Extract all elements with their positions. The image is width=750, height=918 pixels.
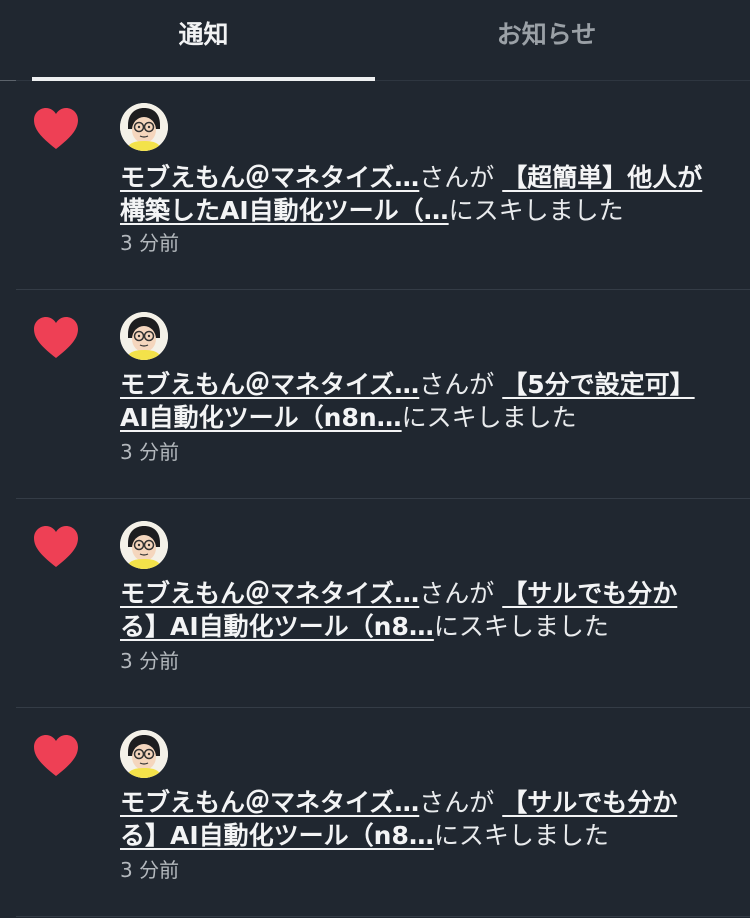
action-text: にスキしました	[448, 196, 624, 225]
notification-text: モブえもん＠マネタイズ…さんが 【サルでも分か る】AI自動化ツール（n8…にスキ…	[120, 786, 720, 852]
heart-icon	[34, 108, 78, 149]
notification-text: モブえもん＠マネタイズ…さんが 【サルでも分か る】AI自動化ツール（n8…にスキ…	[120, 577, 720, 643]
notification-item[interactable]: モブえもん＠マネタイズ…さんが 【サルでも分か る】AI自動化ツール（n8…にスキ…	[16, 499, 750, 708]
user-link[interactable]: モブえもん＠マネタイズ…	[120, 370, 419, 399]
avatar[interactable]	[120, 312, 168, 360]
timestamp: 3 分前	[120, 858, 180, 882]
avatar[interactable]	[120, 103, 168, 151]
user-link[interactable]: モブえもん＠マネタイズ…	[120, 163, 419, 192]
notification-item[interactable]: モブえもん＠マネタイズ…さんが 【超簡単】他人が 構築したAI自動化ツール（…にス…	[16, 81, 750, 290]
notification-text: モブえもん＠マネタイズ…さんが 【5分で設定可】 AI自動化ツール（n8n…にスキ…	[120, 368, 720, 434]
avatar[interactable]	[120, 730, 168, 778]
avatar[interactable]	[120, 521, 168, 569]
user-link[interactable]: モブえもん＠マネタイズ…	[120, 579, 419, 608]
action-text: にスキしました	[433, 821, 609, 850]
heart-icon	[34, 526, 78, 567]
tab-announcements[interactable]: お知らせ	[375, 0, 718, 78]
timestamp: 3 分前	[120, 649, 180, 673]
timestamp: 3 分前	[120, 231, 180, 255]
notification-text: モブえもん＠マネタイズ…さんが 【超簡単】他人が 構築したAI自動化ツール（…にス…	[120, 161, 720, 227]
heart-icon	[34, 317, 78, 358]
notification-item[interactable]: モブえもん＠マネタイズ…さんが 【5分で設定可】 AI自動化ツール（n8n…にスキ…	[16, 290, 750, 499]
verb-text: さんが	[419, 370, 495, 399]
tab-notifications[interactable]: 通知	[32, 0, 375, 78]
notification-item[interactable]: モブえもん＠マネタイズ…さんが 【サルでも分か る】AI自動化ツール（n8…にスキ…	[16, 708, 750, 917]
action-text: にスキしました	[401, 403, 577, 432]
heart-icon	[34, 735, 78, 776]
timestamp: 3 分前	[120, 440, 180, 464]
user-link[interactable]: モブえもん＠マネタイズ…	[120, 788, 419, 817]
verb-text: さんが	[419, 579, 495, 608]
verb-text: さんが	[419, 163, 495, 192]
verb-text: さんが	[419, 788, 495, 817]
action-text: にスキしました	[433, 612, 609, 641]
tab-bar: 通知 お知らせ	[0, 0, 750, 81]
notification-list: モブえもん＠マネタイズ…さんが 【超簡単】他人が 構築したAI自動化ツール（…にス…	[0, 81, 750, 917]
